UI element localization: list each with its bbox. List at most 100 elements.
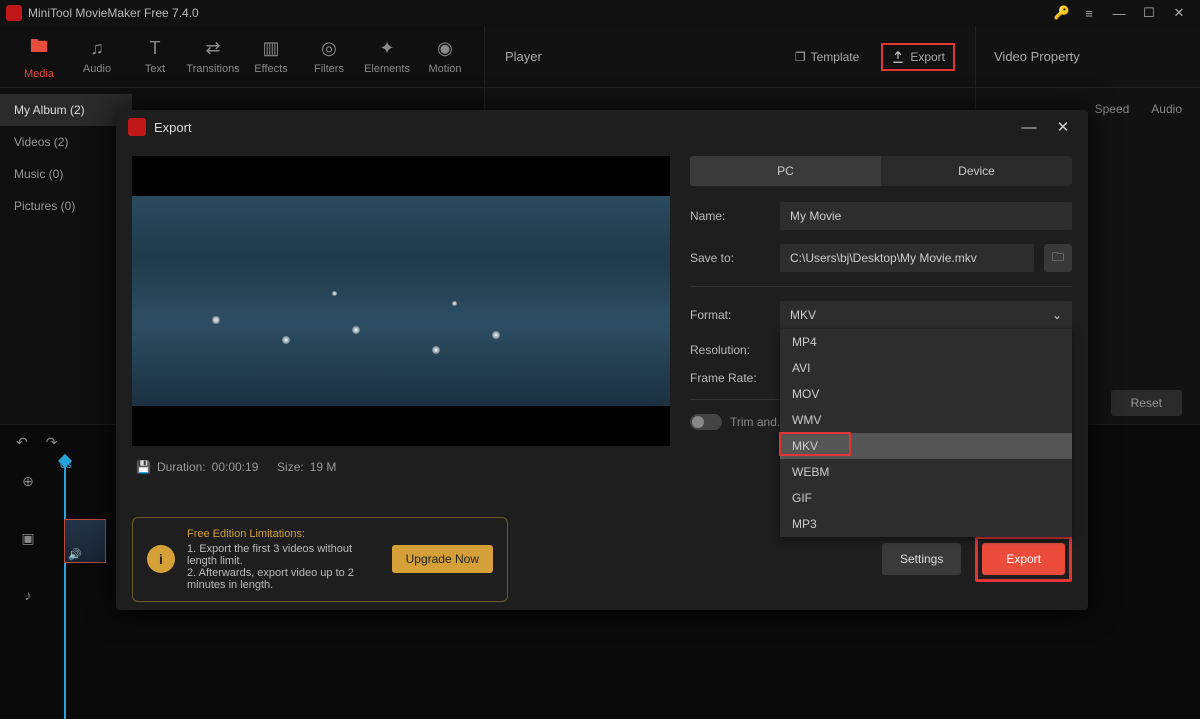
tab-audio-label: Audio [83,63,111,75]
name-label: Name: [690,209,770,223]
format-dropdown: MP4 AVI MOV WMV MKV WEBM GIF MP3 [780,329,1072,537]
format-option-avi[interactable]: AVI [780,355,1072,381]
app-logo [6,5,22,21]
transition-icon: ⇄ [184,38,242,59]
disk-icon: 💾 [136,460,151,474]
tab-elements[interactable]: ✦Elements [358,38,416,75]
player-label: Player [505,49,542,64]
export-dialog: Export — ✕ 💾 Duration: 00:00:19 [116,110,1088,610]
limit-line1: 1. Export the first 3 videos without len… [187,543,380,567]
motion-icon: ◉ [416,38,474,59]
minimize-button[interactable]: — [1104,6,1134,21]
video-property-label: Video Property [976,26,1200,88]
tab-transitions[interactable]: ⇄ Transitions [184,38,242,75]
limit-line2: 2. Afterwards, export video up to 2 minu… [187,567,380,591]
framerate-label: Frame Rate: [690,371,770,385]
redo-button[interactable]: ↷ [46,434,58,451]
size-value: 19 M [310,460,337,474]
format-option-wmv[interactable]: WMV [780,407,1072,433]
clip-audio-icon: 🔊 [68,548,82,561]
name-input[interactable] [780,202,1072,230]
tab-text[interactable]: T Text [126,38,184,75]
saveto-label: Save to: [690,251,770,265]
close-button[interactable]: ✕ [1164,5,1194,21]
media-nav: My Album (2) Videos (2) Music (0) Pictur… [0,88,132,222]
saveto-input[interactable] [780,244,1034,272]
video-clip[interactable]: 🔊 [64,519,106,563]
tab-audio[interactable]: ♫ Audio [68,38,126,75]
tab-motion[interactable]: ◉Motion [416,38,474,75]
key-icon[interactable]: 🔑 [1054,5,1070,21]
dialog-logo [128,118,146,136]
format-option-webm[interactable]: WEBM [780,459,1072,485]
nav-pictures[interactable]: Pictures (0) [0,190,132,222]
export-preview: 💾 Duration: 00:00:19 Size: 19 M [132,156,670,524]
size-label: Size: [277,460,304,474]
menu-icon[interactable]: ≡ [1074,6,1104,21]
template-button[interactable]: ❐Template [787,45,867,69]
trim-label: Trim and... [730,415,787,429]
nav-music[interactable]: Music (0) [0,158,132,190]
limit-header: Free Edition Limitations: [187,528,380,540]
folder-icon: 🖿 [10,34,68,64]
playhead[interactable] [64,459,66,719]
effects-icon: ▥ [242,38,300,59]
upgrade-button[interactable]: Upgrade Now [392,545,493,573]
text-icon: T [126,38,184,59]
format-select[interactable]: MKV ⌄ MP4 AVI MOV WMV MKV WEBM GIF MP3 [780,301,1072,329]
tab-pc[interactable]: PC [690,156,881,186]
resolution-label: Resolution: [690,343,770,357]
preview-info: 💾 Duration: 00:00:19 Size: 19 M [132,446,670,488]
export-form: PC Device Name: Save to: 🗀 Format: MKV ⌄ [690,156,1072,524]
folder-icon: 🗀 [1052,248,1064,269]
tab-device[interactable]: Device [881,156,1072,186]
export-button[interactable]: Export [982,543,1065,575]
format-option-mp4[interactable]: MP4 [780,329,1072,355]
add-track-button[interactable]: ⊕ [22,473,34,490]
format-option-mp3[interactable]: MP3 [780,511,1072,537]
video-track-icon: ▣ [21,530,34,547]
export-button-top[interactable]: Export [881,43,955,71]
format-option-mov[interactable]: MOV [780,381,1072,407]
undo-button[interactable]: ↶ [16,434,28,451]
titlebar: MiniTool MovieMaker Free 7.4.0 🔑 ≡ — ☐ ✕ [0,0,1200,26]
maximize-button[interactable]: ☐ [1134,5,1164,21]
dialog-minimize[interactable]: — [1016,119,1042,136]
format-option-gif[interactable]: GIF [780,485,1072,511]
dialog-titlebar: Export — ✕ [116,110,1088,144]
tab-transitions-label: Transitions [186,63,239,75]
tab-filters[interactable]: ◎Filters [300,38,358,75]
duration-value: 00:00:19 [212,460,259,474]
template-icon: ❐ [795,50,806,64]
export-top-label: Export [910,50,945,64]
export-icon [891,50,905,64]
audio-track-icon: ♪ [25,587,32,603]
tab-text-label: Text [145,63,165,75]
tab-effects[interactable]: ▥Effects [242,38,300,75]
prop-tab-speed[interactable]: Speed [1095,102,1130,116]
chevron-down-icon: ⌄ [1052,308,1062,322]
tab-media-label: Media [24,68,54,80]
settings-button[interactable]: Settings [882,543,961,575]
elements-icon: ✦ [358,38,416,59]
music-icon: ♫ [68,38,126,59]
top-tabs: 🖿 Media ♫ Audio T Text ⇄ Transitions ▥Effect… [0,26,484,88]
limitation-box: i Free Edition Limitations: 1. Export th… [132,517,508,602]
nav-videos[interactable]: Videos (2) [0,126,132,158]
format-label: Format: [690,308,770,322]
prop-tab-audio[interactable]: Audio [1151,102,1182,116]
browse-button[interactable]: 🗀 [1044,244,1072,272]
format-option-mkv[interactable]: MKV [780,433,1072,459]
preview-image [132,156,670,446]
dialog-close[interactable]: ✕ [1050,118,1076,136]
filters-icon: ◎ [300,38,358,59]
duration-label: Duration: [157,460,206,474]
info-icon: i [147,545,175,573]
trim-toggle[interactable] [690,414,722,430]
tab-media[interactable]: 🖿 Media [10,34,68,80]
reset-button[interactable]: Reset [1111,390,1182,416]
player-header: Player ❐Template Export [485,26,975,88]
nav-my-album[interactable]: My Album (2) [0,94,132,126]
format-value: MKV [790,308,816,322]
export-target-tabs: PC Device [690,156,1072,186]
